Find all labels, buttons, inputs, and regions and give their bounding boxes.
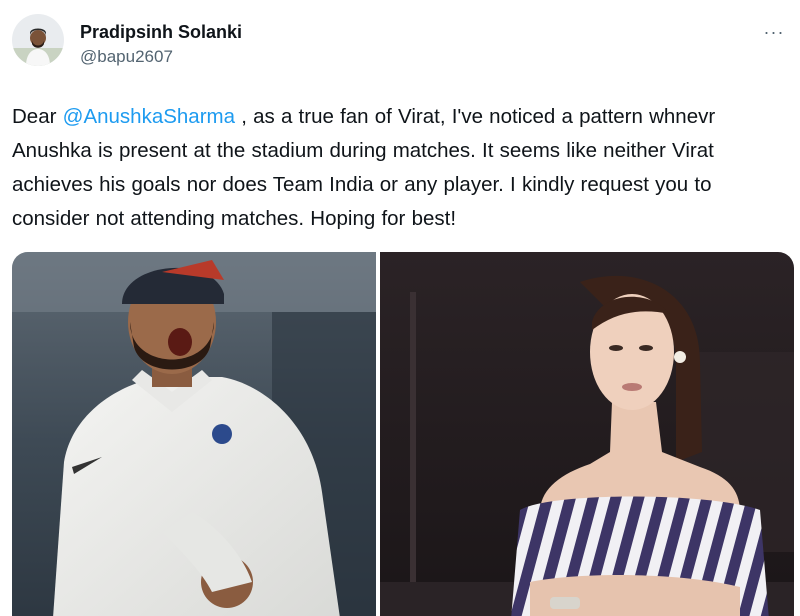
more-horizontal-icon: ··· bbox=[763, 21, 785, 42]
tweet-text-start: Dear bbox=[12, 105, 63, 128]
tweet: Pradipsinh Solanki @bapu2607 ··· Dear @A… bbox=[0, 0, 800, 616]
spectator-photo-image bbox=[380, 252, 794, 616]
media-photo-spectator[interactable] bbox=[380, 252, 794, 616]
media-photo-cricketer[interactable] bbox=[12, 252, 376, 616]
avatar-image bbox=[12, 14, 64, 66]
author-handle[interactable]: @bapu2607 bbox=[80, 45, 242, 69]
avatar[interactable] bbox=[12, 14, 64, 66]
author-display-name[interactable]: Pradipsinh Solanki bbox=[80, 20, 242, 44]
tweet-text: Dear @AnushkaSharma , as a true fan of V… bbox=[12, 100, 792, 236]
cricketer-photo-image bbox=[12, 252, 376, 616]
mention-link[interactable]: @AnushkaSharma bbox=[63, 105, 235, 128]
tweet-media bbox=[12, 252, 794, 616]
more-options-button[interactable]: ··· bbox=[758, 20, 790, 44]
author-names: Pradipsinh Solanki @bapu2607 bbox=[80, 20, 242, 69]
tweet-header: Pradipsinh Solanki @bapu2607 bbox=[12, 14, 242, 69]
